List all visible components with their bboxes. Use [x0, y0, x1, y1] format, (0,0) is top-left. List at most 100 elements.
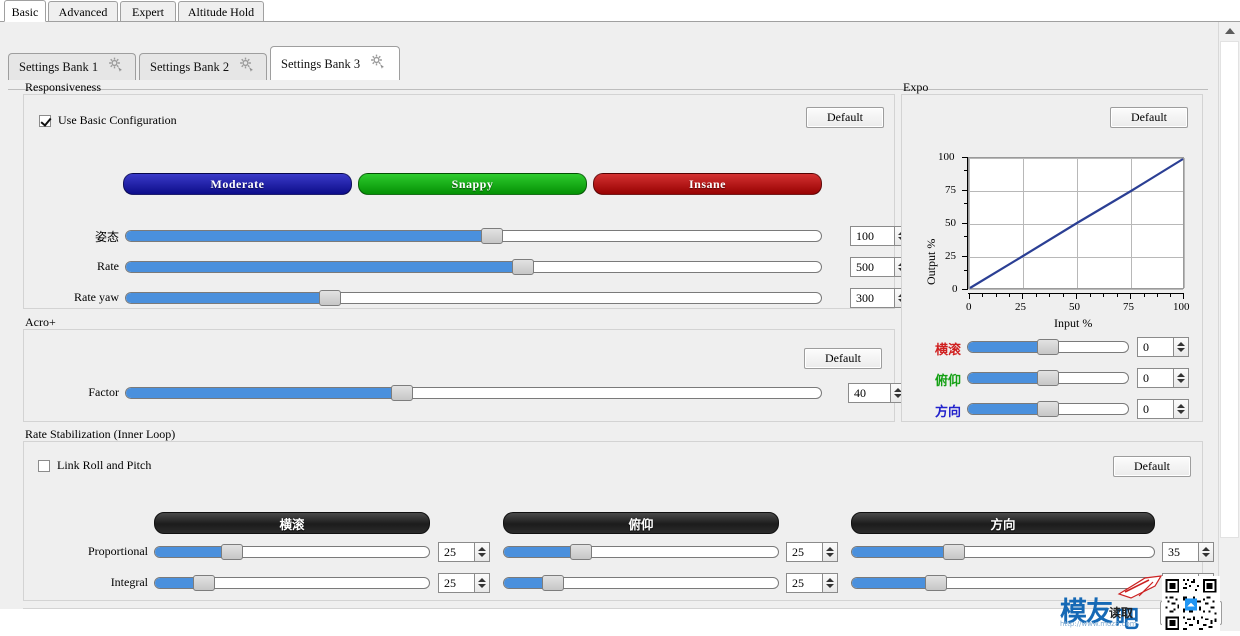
spinner-factor-value[interactable]: 40	[848, 383, 890, 403]
tab-expert[interactable]: Expert	[120, 1, 176, 21]
expo-ytick-0: 0	[952, 283, 958, 295]
spinner-up-icon[interactable]	[478, 578, 486, 582]
slider-yaw-proportional[interactable]	[851, 546, 1155, 558]
slider-roll-proportional[interactable]	[154, 546, 430, 558]
slider-rate[interactable]	[125, 261, 822, 273]
spinner-down-icon[interactable]	[826, 553, 834, 557]
spinner-yaw-proportional-arrows[interactable]	[1198, 542, 1214, 562]
spinner-up-icon[interactable]	[826, 547, 834, 551]
slider-attitude[interactable]	[125, 230, 822, 242]
spinner-roll-proportional[interactable]: 25	[438, 542, 490, 562]
slider-row-expo-yaw: 方向	[935, 400, 1129, 419]
spinner-expo-pitch-arrows[interactable]	[1173, 368, 1189, 388]
slider-pitch-integral-thumb[interactable]	[542, 575, 564, 591]
spinner-up-icon[interactable]	[1202, 547, 1210, 551]
spinner-expo-pitch-value[interactable]: 0	[1137, 368, 1173, 388]
spinner-pitch-integral-arrows[interactable]	[822, 573, 838, 593]
spinner-expo-yaw[interactable]: 0	[1137, 399, 1189, 419]
spinner-pitch-proportional[interactable]: 25	[786, 542, 838, 562]
spinner-roll-integral-value[interactable]: 25	[438, 573, 474, 593]
scrollbar-thumb[interactable]	[1220, 41, 1239, 538]
slider-factor-thumb[interactable]	[391, 385, 413, 401]
tab-settings-bank-2[interactable]: Settings Bank 2	[139, 53, 267, 80]
spinner-expo-pitch[interactable]: 0	[1137, 368, 1189, 388]
slider-expo-yaw-thumb[interactable]	[1037, 401, 1059, 417]
spinner-roll-integral[interactable]: 25	[438, 573, 490, 593]
use-basic-config-checkbox[interactable]	[39, 114, 51, 127]
spinner-pitch-proportional-arrows[interactable]	[822, 542, 838, 562]
slider-expo-roll-thumb[interactable]	[1037, 339, 1059, 355]
scroll-up-arrow-icon[interactable]	[1219, 22, 1240, 40]
spinner-attitude-value[interactable]: 100	[850, 226, 894, 246]
use-basic-config-row[interactable]: Use Basic Configuration	[39, 113, 177, 128]
spinner-down-icon[interactable]	[1177, 379, 1185, 383]
link-roll-pitch-row[interactable]: Link Roll and Pitch	[38, 458, 151, 473]
slider-expo-pitch-thumb[interactable]	[1037, 370, 1059, 386]
spinner-up-icon[interactable]	[1177, 373, 1185, 377]
axis-button-pitch[interactable]: 俯仰	[503, 512, 779, 534]
acro-default-button[interactable]: Default	[804, 348, 882, 369]
spinner-pitch-proportional-value[interactable]: 25	[786, 542, 822, 562]
slider-roll-integral-thumb[interactable]	[193, 575, 215, 591]
tab-settings-bank-1[interactable]: Settings Bank 1	[8, 53, 136, 80]
spinner-yaw-proportional-value[interactable]: 35	[1162, 542, 1198, 562]
spinner-rate-yaw-value[interactable]: 300	[850, 288, 894, 308]
rate-stabilization-default-button[interactable]: Default	[1113, 456, 1191, 477]
spinner-factor[interactable]: 40	[848, 383, 906, 403]
spinner-down-icon[interactable]	[1177, 348, 1185, 352]
spinner-pitch-integral[interactable]: 25	[786, 573, 838, 593]
slider-yaw-integral-thumb[interactable]	[925, 575, 947, 591]
slider-pitch-proportional[interactable]	[503, 546, 779, 558]
spinner-expo-roll-arrows[interactable]	[1173, 337, 1189, 357]
xtick-minor	[1157, 293, 1158, 297]
content-pane: Settings Bank 1 Settings Bank 2 Settings…	[0, 22, 1220, 631]
read-button[interactable]: 读取	[1092, 601, 1150, 623]
read-button-label: 读取	[1108, 605, 1133, 620]
slider-expo-pitch-fill	[968, 373, 1048, 383]
spinner-expo-yaw-value[interactable]: 0	[1137, 399, 1173, 419]
link-roll-pitch-checkbox[interactable]	[38, 459, 50, 472]
slider-pitch-proportional-thumb[interactable]	[570, 544, 592, 560]
spinner-up-icon[interactable]	[1177, 342, 1185, 346]
spinner-rate-value[interactable]: 500	[850, 257, 894, 277]
spinner-up-icon[interactable]	[1177, 404, 1185, 408]
spinner-down-icon[interactable]	[826, 584, 834, 588]
slider-rate-yaw[interactable]	[125, 292, 822, 304]
axis-button-roll[interactable]: 横滚	[154, 512, 430, 534]
spinner-down-icon[interactable]	[478, 553, 486, 557]
spinner-expo-yaw-arrows[interactable]	[1173, 399, 1189, 419]
tab-altitude-hold[interactable]: Altitude Hold	[178, 1, 264, 21]
spinner-down-icon[interactable]	[1202, 553, 1210, 557]
spinner-down-icon[interactable]	[478, 584, 486, 588]
spinner-up-icon[interactable]	[826, 578, 834, 582]
preset-snappy-button[interactable]: Snappy	[358, 173, 587, 195]
spinner-roll-integral-arrows[interactable]	[474, 573, 490, 593]
expo-xtick-50: 50	[1069, 301, 1080, 313]
spinner-roll-proportional-value[interactable]: 25	[438, 542, 474, 562]
slider-factor[interactable]	[125, 387, 822, 399]
spinner-up-icon[interactable]	[478, 547, 486, 551]
expo-title: Expo	[903, 80, 929, 94]
slider-attitude-fill	[126, 231, 491, 241]
slider-roll-proportional-thumb[interactable]	[221, 544, 243, 560]
viewport-bottom-mask	[0, 609, 1240, 631]
slider-rate-yaw-thumb[interactable]	[319, 290, 341, 306]
spinner-expo-roll-value[interactable]: 0	[1137, 337, 1173, 357]
spinner-down-icon[interactable]	[1177, 410, 1185, 414]
responsiveness-default-button[interactable]: Default	[806, 107, 884, 128]
spinner-yaw-proportional[interactable]: 35	[1162, 542, 1214, 562]
spinner-pitch-integral-value[interactable]: 25	[786, 573, 822, 593]
slider-rate-thumb[interactable]	[512, 259, 534, 275]
tab-settings-bank-3[interactable]: Settings Bank 3	[270, 46, 400, 80]
slider-attitude-thumb[interactable]	[481, 228, 503, 244]
preset-insane-button[interactable]: Insane	[593, 173, 822, 195]
vertical-scrollbar[interactable]	[1218, 22, 1240, 631]
spinner-roll-proportional-arrows[interactable]	[474, 542, 490, 562]
spinner-expo-roll[interactable]: 0	[1137, 337, 1189, 357]
preset-moderate-button[interactable]: Moderate	[123, 173, 352, 195]
tab-advanced[interactable]: Advanced	[48, 1, 118, 21]
axis-button-yaw[interactable]: 方向	[851, 512, 1155, 534]
slider-yaw-integral[interactable]	[851, 577, 1155, 589]
tab-basic[interactable]: Basic	[4, 0, 46, 22]
slider-yaw-proportional-thumb[interactable]	[943, 544, 965, 560]
